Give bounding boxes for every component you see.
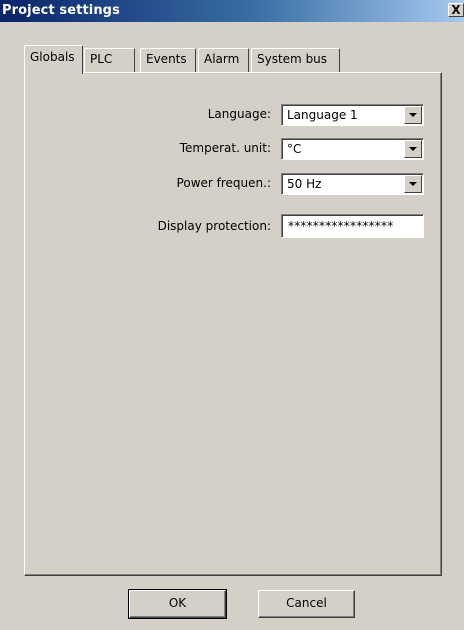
cancel-button[interactable]: Cancel (258, 590, 355, 618)
language-dropdown-button[interactable] (404, 106, 422, 124)
tab-label: System bus (257, 52, 328, 66)
temperature-unit-dropdown-button[interactable] (404, 140, 422, 158)
ok-button[interactable]: OK (128, 589, 227, 619)
power-frequency-dropdown-button[interactable] (404, 175, 422, 193)
tab-alarm[interactable]: Alarm (198, 48, 249, 72)
tab-system-bus[interactable]: System bus (251, 48, 340, 72)
chevron-down-icon (409, 147, 417, 151)
power-frequency-label: Power frequen.: (176, 176, 271, 190)
temperature-unit-label: Temperat. unit: (179, 141, 271, 155)
tab-label: Alarm (204, 52, 240, 66)
power-frequency-value: 50 Hz (287, 177, 322, 191)
chevron-down-icon (409, 113, 417, 117)
tab-globals[interactable]: Globals (24, 45, 83, 74)
globals-tab-panel: Language: Language 1 Temperat. unit: °C … (24, 72, 442, 576)
title-bar[interactable]: Project settings X (0, 0, 464, 22)
tab-label: Globals (30, 50, 75, 64)
temperature-unit-dropdown[interactable]: °C (281, 138, 424, 160)
display-protection-value: ***************** (288, 219, 394, 233)
language-dropdown[interactable]: Language 1 (281, 104, 424, 126)
close-icon: X (451, 3, 461, 17)
language-value: Language 1 (287, 108, 358, 122)
tab-label: PLC (90, 52, 113, 66)
window-title: Project settings (2, 3, 120, 18)
power-frequency-dropdown[interactable]: 50 Hz (281, 173, 424, 195)
display-protection-input[interactable]: ***************** (281, 214, 424, 238)
close-button[interactable]: X (448, 3, 464, 17)
temperature-unit-value: °C (287, 142, 302, 156)
tab-plc[interactable]: PLC (84, 48, 135, 72)
language-label: Language: (207, 107, 271, 121)
display-protection-label: Display protection: (157, 219, 271, 233)
tab-events[interactable]: Events (140, 48, 196, 72)
chevron-down-icon (409, 182, 417, 186)
project-settings-dialog: Project settings X Globals PLC Events Al… (0, 0, 464, 630)
tab-label: Events (146, 52, 187, 66)
